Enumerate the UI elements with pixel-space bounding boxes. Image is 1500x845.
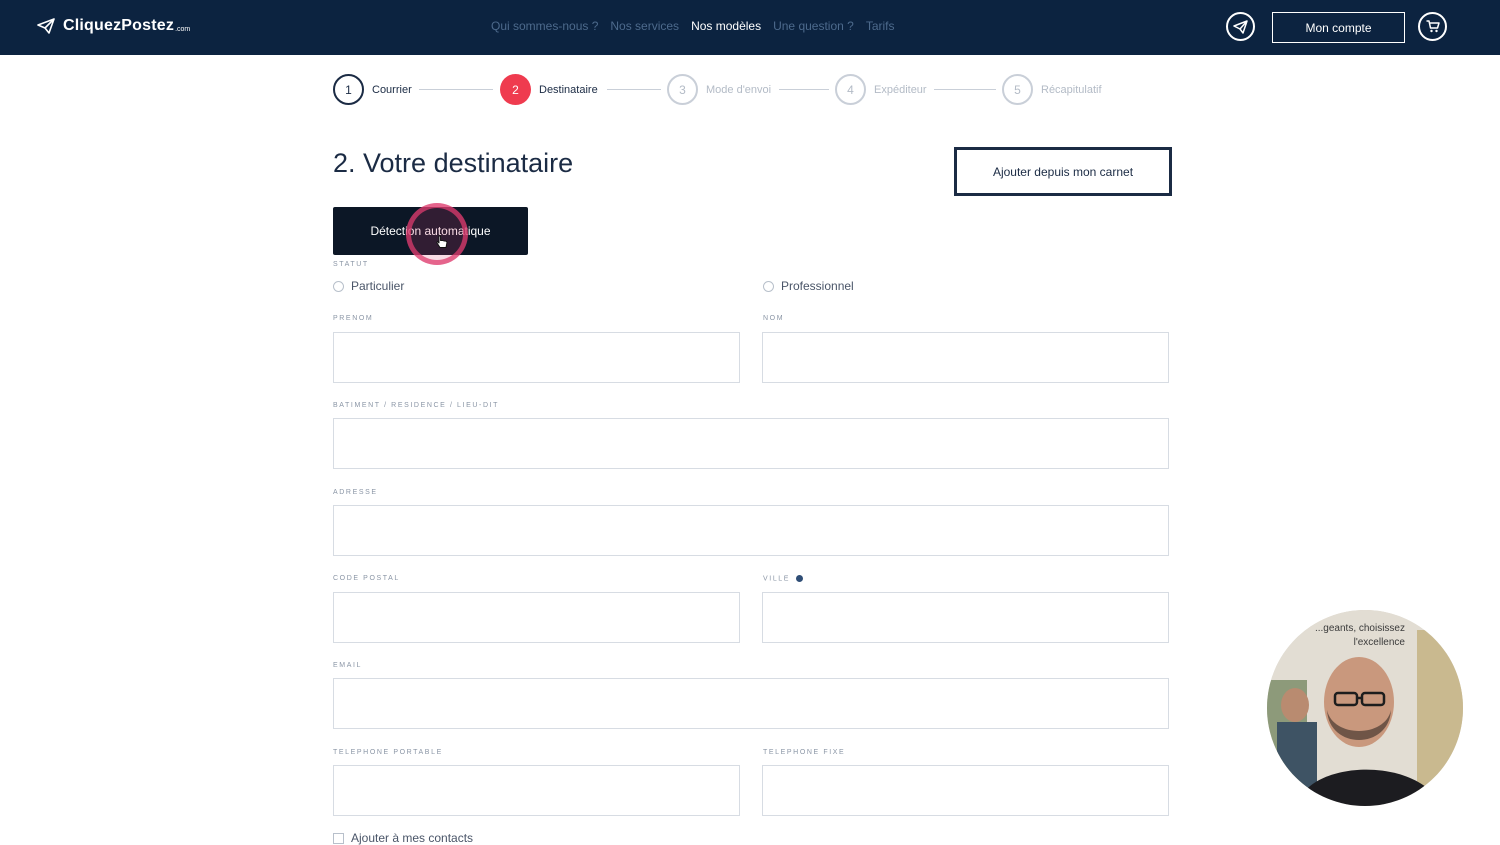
radio-label: Professionnel	[781, 279, 854, 293]
adresse-input[interactable]	[333, 505, 1169, 556]
ville-input[interactable]	[762, 592, 1169, 643]
statut-label: STATUT	[333, 261, 369, 268]
send-mail-button[interactable]	[1226, 12, 1255, 41]
shopping-cart-icon	[1426, 20, 1440, 33]
radio-particulier[interactable]: Particulier	[333, 279, 404, 293]
add-to-contacts-checkbox[interactable]	[333, 832, 344, 844]
paper-plane-logo-icon	[37, 18, 55, 34]
radio-button[interactable]	[763, 280, 774, 292]
prenom-input[interactable]	[333, 332, 740, 383]
step-label: Mode d'envoi	[706, 83, 772, 96]
step-number: 2	[500, 74, 531, 105]
adresse-label: ADRESSE	[333, 489, 378, 496]
info-icon[interactable]	[796, 575, 804, 582]
ville-label-wrap: VILLE	[763, 575, 804, 583]
batiment-label: BATIMENT / RESIDENCE / LIEU-DIT	[333, 402, 500, 409]
nom-label: NOM	[763, 315, 785, 322]
add-to-contacts-row[interactable]: Ajouter à mes contacts	[333, 831, 473, 845]
email-input[interactable]	[333, 678, 1169, 729]
brand-logo[interactable]: CliquezPostez .com	[37, 17, 190, 35]
step-label: Expéditeur	[874, 83, 927, 96]
nav-link-question[interactable]: Une question ?	[773, 19, 854, 33]
tel-portable-label: TELEPHONE PORTABLE	[333, 749, 443, 756]
step-number: 3	[667, 74, 698, 105]
account-button[interactable]: Mon compte	[1272, 12, 1405, 43]
batiment-input[interactable]	[333, 418, 1169, 469]
brand-name: CliquezPostez	[63, 17, 175, 34]
nav-link-services[interactable]: Nos services	[610, 19, 679, 33]
hand-cursor-icon	[436, 235, 448, 248]
radio-professionnel[interactable]: Professionnel	[763, 279, 854, 293]
radio-label: Particulier	[351, 279, 405, 293]
nav-link-pricing[interactable]: Tarifs	[866, 19, 895, 33]
nav-link-about[interactable]: Qui sommes-nous ?	[491, 19, 598, 33]
step-destinataire[interactable]: 2 Destinataire	[500, 74, 598, 105]
main-nav: Qui sommes-nous ? Nos services Nos modèl…	[491, 19, 907, 33]
step-number: 5	[1002, 74, 1033, 105]
page-title: 2. Votre destinataire	[333, 148, 574, 178]
step-recapitulatif[interactable]: 5 Récapitulatif	[1002, 74, 1102, 105]
auto-detect-button[interactable]: Détection automatique	[333, 207, 528, 255]
radio-button[interactable]	[333, 280, 344, 292]
code-postal-input[interactable]	[333, 592, 740, 643]
brand-tld: .com	[175, 25, 191, 33]
paper-plane-icon	[1233, 19, 1248, 34]
cart-button[interactable]	[1418, 12, 1447, 41]
step-label: Courrier	[372, 83, 412, 96]
tel-fixe-label: TELEPHONE FIXE	[763, 749, 846, 756]
email-label: EMAIL	[333, 662, 363, 669]
step-number: 1	[333, 74, 364, 105]
nav-link-models[interactable]: Nos modèles	[691, 19, 761, 33]
add-from-address-book-button[interactable]: Ajouter depuis mon carnet	[954, 147, 1172, 196]
ville-label: VILLE	[763, 575, 791, 583]
step-expediteur[interactable]: 4 Expéditeur	[835, 74, 927, 105]
tel-portable-input[interactable]	[333, 765, 740, 816]
step-connector	[779, 89, 829, 90]
add-to-contacts-label: Ajouter à mes contacts	[351, 831, 474, 845]
webcam-overlay: ...geants, choisissez l'excellence	[1267, 610, 1463, 806]
step-label: Destinataire	[539, 83, 598, 96]
step-label: Récapitulatif	[1041, 83, 1102, 96]
step-connector	[607, 89, 661, 90]
step-courrier[interactable]: 1 Courrier	[333, 74, 412, 105]
step-connector	[934, 89, 996, 90]
prenom-label: PRENOM	[333, 315, 374, 322]
top-navigation-bar: CliquezPostez .com Qui sommes-nous ? Nos…	[0, 0, 1500, 55]
step-mode-envoi[interactable]: 3 Mode d'envoi	[667, 74, 771, 105]
nom-input[interactable]	[762, 332, 1169, 383]
tel-fixe-input[interactable]	[762, 765, 1169, 816]
step-number: 4	[835, 74, 866, 105]
step-connector	[419, 89, 493, 90]
webcam-background-text: ...geants, choisissez l'excellence	[1314, 623, 1405, 648]
code-postal-label: CODE POSTAL	[333, 575, 400, 582]
